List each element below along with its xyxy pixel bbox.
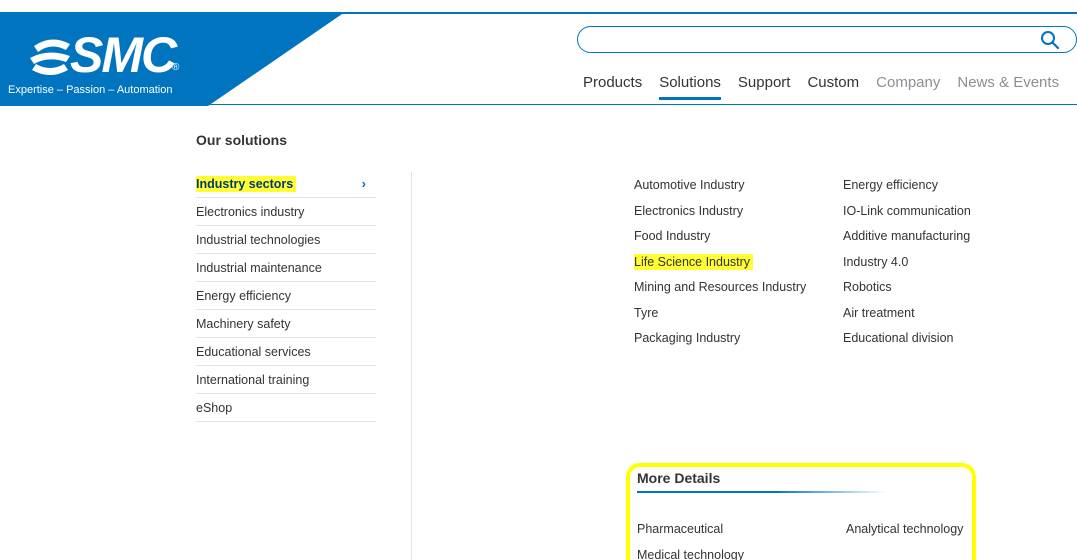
sector-link-label: Additive manufacturing	[843, 229, 971, 243]
sidebar-item-eshop[interactable]: eShop	[196, 394, 376, 422]
sector-links-column-2: Energy efficiency IO-Link communication …	[843, 176, 971, 355]
sidebar-item-machinery-safety[interactable]: Machinery safety	[196, 310, 376, 338]
sector-link[interactable]: Automotive Industry	[634, 176, 806, 202]
more-details-medical-technology-link[interactable]: Medical technology	[637, 548, 744, 560]
sector-link[interactable]: Industry 4.0	[843, 253, 971, 279]
sidebar-item-electronics-industry[interactable]: Electronics industry	[196, 198, 376, 226]
logo-banner[interactable]: SMC ® Expertise – Passion – Automation	[0, 12, 380, 106]
nav-news-events[interactable]: News & Events	[957, 74, 1059, 97]
nav-divider	[210, 104, 1077, 105]
smc-logo-icon	[30, 39, 70, 75]
sidebar-item-industrial-technologies[interactable]: Industrial technologies	[196, 226, 376, 254]
more-details-pharmaceutical-link[interactable]: Pharmaceutical	[637, 522, 723, 536]
nav-products[interactable]: Products	[583, 74, 642, 97]
sector-link[interactable]: Electronics Industry	[634, 202, 806, 228]
search-icon[interactable]	[1040, 30, 1060, 50]
sector-link[interactable]: Additive manufacturing	[843, 227, 971, 253]
nav-company[interactable]: Company	[876, 74, 940, 97]
sector-link-label: Industry 4.0	[843, 254, 909, 269]
sidebar-item-label: Industrial technologies	[196, 233, 321, 247]
sidebar-item-label: International training	[196, 373, 310, 387]
sidebar-item-energy-efficiency[interactable]: Energy efficiency	[196, 282, 376, 310]
sector-link[interactable]: Air treatment	[843, 304, 971, 330]
sidebar-item-industry-sectors[interactable]: Industry sectors ›	[196, 170, 376, 198]
sector-link-label: Mining and Resources Industry	[634, 280, 807, 294]
sector-link-label: IO-Link communication	[843, 203, 971, 218]
sidebar-item-label: Electronics industry	[196, 205, 305, 219]
sector-link-label: Electronics Industry	[634, 203, 744, 218]
sector-link[interactable]: IO-Link communication	[843, 202, 971, 228]
chevron-right-icon: ›	[361, 176, 366, 191]
logo-tagline: Expertise – Passion – Automation	[8, 84, 173, 96]
sidebar-item-industrial-maintenance[interactable]: Industrial maintenance	[196, 254, 376, 282]
logo-wordmark: SMC	[70, 27, 177, 83]
registered-mark: ®	[172, 62, 180, 73]
sector-link-life-science[interactable]: Life Science Industry	[634, 253, 806, 279]
sidebar-title: Our solutions	[196, 132, 287, 148]
sector-link-label: Automotive Industry	[634, 178, 745, 192]
sector-link-label: Tyre	[634, 305, 659, 320]
sector-link-label: Food Industry	[634, 229, 711, 243]
search-input[interactable]	[577, 26, 1077, 53]
sector-link[interactable]: Packaging Industry	[634, 329, 806, 355]
nav-support[interactable]: Support	[738, 74, 791, 97]
sector-link-label: Robotics	[843, 280, 892, 294]
sidebar-item-label: Industrial maintenance	[196, 261, 322, 275]
sector-links-column-1: Automotive Industry Electronics Industry…	[634, 176, 806, 355]
sector-link-label: Packaging Industry	[634, 331, 741, 345]
column-divider	[411, 172, 412, 560]
sector-link-label: Air treatment	[843, 305, 915, 320]
sidebar-item-label: Educational services	[196, 345, 311, 359]
more-details-underline	[637, 491, 887, 493]
solutions-sidebar: Industry sectors › Electronics industry …	[196, 170, 376, 422]
sector-link[interactable]: Mining and Resources Industry	[634, 278, 806, 304]
sector-link[interactable]: Robotics	[843, 278, 971, 304]
nav-solutions[interactable]: Solutions	[659, 74, 721, 100]
more-details-title: More Details	[637, 470, 721, 486]
nav-custom[interactable]: Custom	[807, 74, 859, 97]
more-details-analytical-technology-link[interactable]: Analytical technology	[846, 522, 963, 536]
sector-link[interactable]: Food Industry	[634, 227, 806, 253]
sidebar-item-label: Industry sectors	[196, 176, 297, 192]
sector-link[interactable]: Tyre	[634, 304, 806, 330]
sector-link[interactable]: Energy efficiency	[843, 176, 971, 202]
sector-link[interactable]: Educational division	[843, 329, 971, 355]
sidebar-item-label: eShop	[196, 401, 233, 415]
sector-link-label: Energy efficiency	[843, 178, 938, 192]
main-navigation: Products Solutions Support Custom Compan…	[583, 74, 1059, 100]
sector-link-label-highlighted: Life Science Industry	[634, 253, 754, 270]
sidebar-item-label: Energy efficiency	[196, 289, 291, 303]
sidebar-item-label: Machinery safety	[196, 317, 291, 331]
sector-link-label: Educational division	[843, 331, 954, 345]
sidebar-item-international-training[interactable]: International training	[196, 366, 376, 394]
sidebar-item-educational-services[interactable]: Educational services	[196, 338, 376, 366]
